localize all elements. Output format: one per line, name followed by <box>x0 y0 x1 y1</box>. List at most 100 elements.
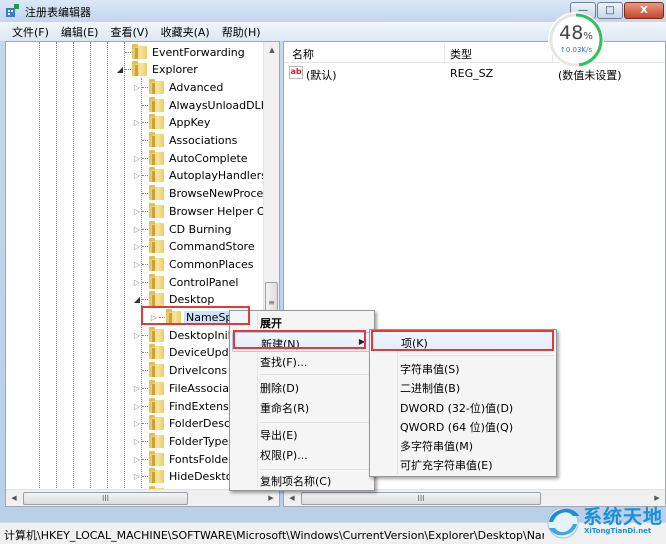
tree-item[interactable]: ▷ FolderDescri <box>132 415 240 433</box>
tree-item[interactable]: DriveIcons <box>132 362 229 380</box>
folder-icon <box>149 468 164 484</box>
registry-editor-window: 注册表编辑器 — □ X 文件(F) 编辑(E) 查看(V) 收藏夹(A) 帮助… <box>0 0 666 544</box>
collapse-arrow-icon[interactable]: ◢ <box>132 295 142 305</box>
column-divider[interactable] <box>444 42 445 63</box>
expand-arrow-icon[interactable]: ▷ <box>132 82 142 92</box>
submenu-item[interactable]: 二进制值(B) <box>372 377 554 397</box>
tree-item[interactable]: ▷ CommonPlaces <box>132 255 256 273</box>
expand-arrow-icon[interactable]: ▷ <box>132 224 142 234</box>
menu-edit[interactable]: 编辑(E) <box>55 24 105 40</box>
tree-item[interactable]: ▷ FindExtensio <box>132 397 241 415</box>
submenu-item[interactable]: 字符串值(S) <box>372 358 554 378</box>
tree-item-label: Advanced <box>169 80 224 94</box>
tree-item[interactable]: ▷ Advanced <box>132 78 225 96</box>
submenu-item[interactable]: QWORD (64 位)值(Q) <box>372 416 554 436</box>
tree-connector <box>142 352 148 354</box>
tree-item[interactable]: Associations <box>132 132 239 150</box>
expand-arrow-icon[interactable]: ▷ <box>132 419 142 429</box>
scroll-thumb[interactable]: III <box>23 492 188 505</box>
list-header: 名称 类型 数据 <box>284 42 665 63</box>
context-menu-item[interactable]: 权限(P)... <box>232 444 372 464</box>
value-name: (默认) <box>306 69 337 82</box>
expand-arrow-icon[interactable]: ▷ <box>132 436 142 446</box>
expand-arrow-icon[interactable]: ▷ <box>132 118 142 128</box>
tree-item[interactable]: ▷ HideDesktop <box>132 468 241 486</box>
expand-arrow-icon[interactable]: ▷ <box>132 259 142 269</box>
tree-connector <box>115 47 125 57</box>
context-menu-item[interactable]: 展开 <box>232 312 372 332</box>
menu-favorites[interactable]: 收藏夹(A) <box>155 24 216 40</box>
tree-item[interactable]: EventForwarding <box>115 43 247 61</box>
expand-arrow-icon[interactable]: ▷ <box>149 313 159 323</box>
tree-item[interactable]: ▷ FontsFolder <box>132 450 235 468</box>
tree-connector <box>142 476 148 478</box>
tree-item[interactable]: ▷ ControlPanel <box>132 273 240 291</box>
tree-item[interactable]: ▷ CommandStore <box>132 238 257 256</box>
tree-item[interactable]: ▷ NameSpa <box>149 309 242 327</box>
expand-arrow-icon[interactable]: ▷ <box>132 454 142 464</box>
tree-item[interactable]: ▷ DesktopIniPr <box>132 326 241 344</box>
tree-connector <box>142 423 148 425</box>
tree-item[interactable]: ▷ CD Burning <box>132 220 233 238</box>
tree-item[interactable]: DeviceUpdat <box>132 344 242 362</box>
context-menu-item[interactable]: 删除(D) <box>232 377 372 397</box>
context-menu-item[interactable]: 复制项名称(C) <box>232 470 372 490</box>
scroll-up-arrow-icon[interactable]: ▲ <box>264 42 279 58</box>
usage-percent: 48% <box>559 22 593 44</box>
tree-connector <box>142 334 148 336</box>
context-menu-item[interactable]: 查找(F)... <box>232 351 372 371</box>
submenu-item[interactable]: DWORD (32-位)值(D) <box>372 397 554 417</box>
expand-arrow-icon[interactable]: ▷ <box>132 171 142 181</box>
submenu-item-label: 多字符串值(M) <box>400 440 474 453</box>
tree-item[interactable]: AlwaysUnloadDLL <box>132 96 269 114</box>
tree-item[interactable]: BrowseNewProcess <box>132 185 277 203</box>
submenu-item-label: 二进制值(B) <box>400 382 461 395</box>
expand-arrow-icon[interactable]: ▷ <box>132 330 142 340</box>
tree-guide-line <box>124 42 125 490</box>
scroll-left-arrow-icon[interactable]: ◀ <box>6 490 22 506</box>
context-menu-item-label: 权限(P)... <box>260 449 308 462</box>
tree-connector <box>142 458 148 460</box>
scroll-left-arrow-icon[interactable]: ◀ <box>284 490 300 506</box>
network-monitor-widget[interactable]: 48% ↑0.03K/s <box>548 12 604 68</box>
collapse-arrow-icon[interactable]: ◢ <box>115 65 125 75</box>
scroll-thumb[interactable]: III <box>301 492 541 505</box>
tree-item[interactable]: ▷ AppKey <box>132 114 212 132</box>
tree-connector <box>142 193 148 195</box>
column-type[interactable]: 类型 <box>450 46 472 62</box>
tree-item[interactable]: ▷ FolderTypes <box>132 432 236 450</box>
submenu-item[interactable]: 项(K) <box>372 331 554 351</box>
tree-connector <box>142 281 148 283</box>
folder-icon <box>149 185 164 201</box>
context-menu-item[interactable]: 导出(E) <box>232 424 372 444</box>
folder-icon <box>149 362 164 378</box>
tree-connector <box>125 51 131 53</box>
tree-item[interactable]: ▷ Browser Helper Obj <box>132 202 278 220</box>
expand-arrow-icon[interactable]: ▷ <box>132 206 142 216</box>
expand-arrow-icon[interactable]: ▷ <box>132 383 142 393</box>
expand-arrow-icon[interactable]: ▷ <box>132 277 142 287</box>
context-menu-item[interactable]: 新建(N) ▶ <box>232 332 372 352</box>
list-row[interactable]: ab (默认) REG_SZ (数值未设置) <box>284 64 665 82</box>
expand-arrow-icon[interactable]: ▷ <box>132 242 142 252</box>
tree-item[interactable]: ▷ AutoplayHandlers <box>132 167 269 185</box>
menu-help[interactable]: 帮助(H) <box>216 24 267 40</box>
submenu-item[interactable]: 多字符串值(M) <box>372 435 554 455</box>
tree-item[interactable]: ◢ Explorer <box>115 61 200 79</box>
tree-horizontal-scrollbar[interactable]: ◀ III ▶ <box>6 489 279 506</box>
tree-item-label: FolderTypes <box>169 434 234 448</box>
menu-file[interactable]: 文件(F) <box>6 24 55 40</box>
close-button[interactable]: X <box>624 2 664 19</box>
submenu-item[interactable]: 可扩充字符串值(E) <box>372 454 554 474</box>
expand-arrow-icon[interactable]: ▷ <box>132 472 142 482</box>
expand-arrow-icon[interactable]: ▷ <box>132 153 142 163</box>
menu-separator <box>260 374 372 375</box>
tree-item[interactable]: ◢ Desktop <box>132 291 216 309</box>
column-name[interactable]: 名称 <box>292 46 314 62</box>
tree-item[interactable]: ▷ AutoComplete <box>132 149 250 167</box>
scroll-right-arrow-icon[interactable]: ▶ <box>263 490 279 506</box>
context-menu-item-label: 重命名(R) <box>260 402 310 415</box>
expand-arrow-icon[interactable]: ▷ <box>132 401 142 411</box>
context-menu-item[interactable]: 重命名(R) <box>232 397 372 417</box>
menu-view[interactable]: 查看(V) <box>104 24 154 40</box>
